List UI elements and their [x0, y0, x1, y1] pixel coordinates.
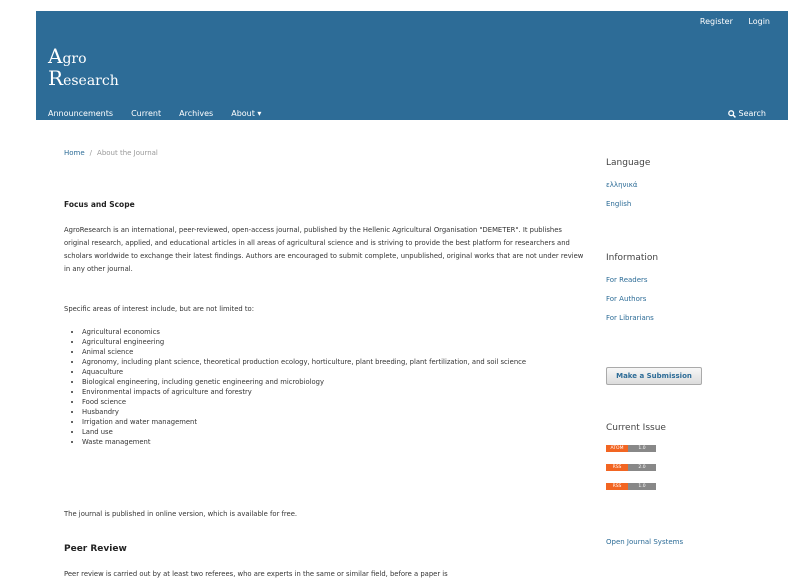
feed-type: ATOM: [606, 445, 628, 452]
breadcrumb-home[interactable]: Home: [64, 149, 85, 157]
list-item: Food science: [82, 397, 582, 407]
logo-text: esearch: [63, 73, 119, 89]
language-english-link[interactable]: English: [606, 200, 631, 208]
feed-version: 1.0: [628, 445, 656, 452]
list-item: Agronomy, including plant science, theor…: [82, 357, 582, 367]
feed-type: RSS: [606, 483, 628, 490]
atom-feed-badge[interactable]: ATOM 1.0: [606, 445, 656, 452]
language-greek-link[interactable]: ελληνικά: [606, 181, 638, 189]
focus-heading: Focus and Scope: [64, 200, 135, 209]
nav-announcements[interactable]: Announcements: [48, 109, 113, 118]
list-item: Land use: [82, 427, 582, 437]
search-label: Search: [738, 109, 766, 118]
breadcrumb: Home / About the Journal: [64, 149, 158, 157]
nav-current[interactable]: Current: [131, 109, 161, 118]
site-header: Register Login Agro Research Announcemen…: [36, 11, 788, 120]
search-icon: [727, 109, 736, 118]
logo-letter: R: [48, 66, 64, 90]
nav-about[interactable]: About ▾: [231, 109, 261, 118]
for-authors-link[interactable]: For Authors: [606, 295, 646, 303]
peer-review-heading: Peer Review: [64, 544, 127, 554]
login-link[interactable]: Login: [748, 17, 770, 26]
areas-intro: Specific areas of interest include, but …: [64, 305, 254, 313]
list-item: Animal science: [82, 347, 582, 357]
nav-archives[interactable]: Archives: [179, 109, 213, 118]
list-item: Waste management: [82, 437, 582, 447]
list-item: Biological engineering, including geneti…: [82, 377, 582, 387]
for-readers-link[interactable]: For Readers: [606, 276, 648, 284]
breadcrumb-separator: /: [89, 149, 93, 157]
user-nav: Register Login: [687, 17, 770, 26]
rss2-feed-badge[interactable]: RSS 2.0: [606, 464, 656, 471]
register-link[interactable]: Register: [700, 17, 733, 26]
feed-version: 2.0: [628, 464, 656, 471]
site-logo[interactable]: Agro Research: [48, 44, 119, 91]
ojs-link[interactable]: Open Journal Systems: [606, 538, 683, 546]
list-item: Environmental impacts of agriculture and…: [82, 387, 582, 397]
for-librarians-link[interactable]: For Librarians: [606, 314, 654, 322]
list-item: Husbandry: [82, 407, 582, 417]
current-issue-title: Current Issue: [606, 423, 666, 433]
feed-version: 1.0: [628, 483, 656, 490]
language-title: Language: [606, 158, 651, 168]
information-title: Information: [606, 253, 659, 263]
list-item: Agricultural engineering: [82, 337, 582, 347]
search-link[interactable]: Search: [727, 109, 766, 118]
logo-text: gro: [62, 51, 87, 67]
peer-review-paragraph: Peer review is carried out by at least t…: [64, 570, 448, 578]
list-item: Irrigation and water management: [82, 417, 582, 427]
areas-list: Agricultural economics Agricultural engi…: [72, 327, 582, 447]
list-item: Agricultural economics: [82, 327, 582, 337]
main-nav: Announcements Current Archives About ▾: [48, 109, 279, 118]
logo-letter: A: [48, 44, 63, 68]
list-item: Aquaculture: [82, 367, 582, 377]
feed-type: RSS: [606, 464, 628, 471]
make-submission-button[interactable]: Make a Submission: [606, 367, 702, 385]
breadcrumb-current: About the Journal: [97, 149, 158, 157]
focus-paragraph: AgroResearch is an international, peer-r…: [64, 226, 584, 273]
rss1-feed-badge[interactable]: RSS 1.0: [606, 483, 656, 490]
online-note: The journal is published in online versi…: [64, 510, 298, 518]
